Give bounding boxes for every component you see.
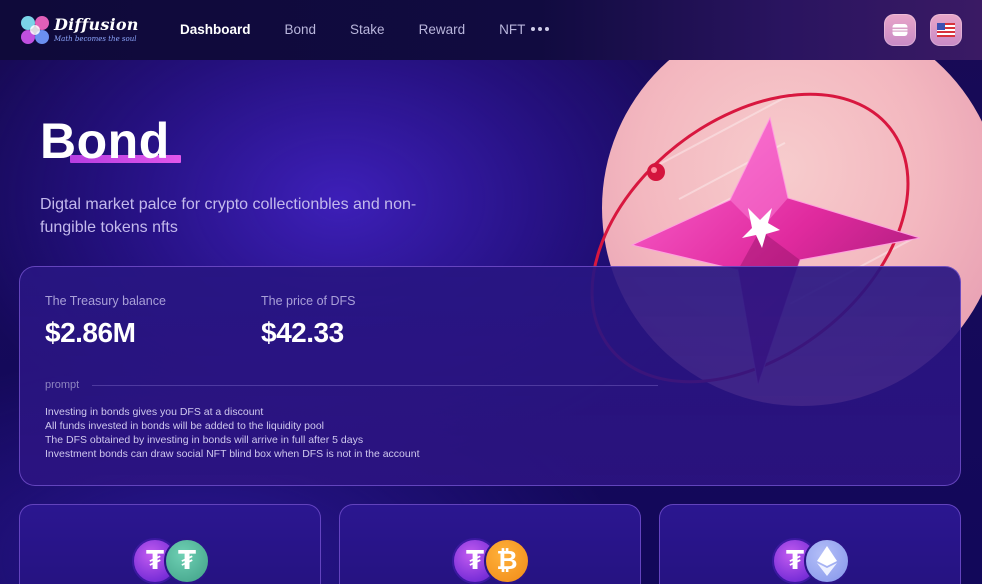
token-pair: ₮ ₿ [452, 538, 530, 584]
bond-card-dfs-eth[interactable]: ₮ [659, 504, 961, 584]
wallet-button[interactable] [884, 14, 916, 46]
list-item: The DFS obtained by investing in bonds w… [45, 434, 364, 446]
nav-item-stake[interactable]: Stake [350, 22, 385, 37]
dfs-price-label: The price of DFS [261, 294, 356, 308]
treasury-label: The Treasury balance [45, 294, 166, 308]
token-pair: ₮ [772, 538, 850, 584]
nav-item-dashboard[interactable]: Dashboard [180, 22, 251, 37]
bond-info-card: The Treasury balance $2.86M The price of… [19, 266, 961, 486]
brand[interactable]: Diffusion Math becomes the soul [54, 15, 139, 43]
token-pair: ₮ ₮ [132, 538, 210, 584]
divider [92, 385, 658, 386]
eth-token-icon [804, 538, 850, 584]
prompt-list: Investing in bonds gives you DFS at a di… [45, 405, 420, 461]
list-item: All funds invested in bonds will be adde… [45, 420, 325, 432]
bond-card-dfs-usdt[interactable]: ₮ ₮ [19, 504, 321, 584]
page-title: Bond [40, 113, 170, 169]
nav-item-reward[interactable]: Reward [419, 22, 466, 37]
top-bar: Diffusion Math becomes the soul Dashboar… [0, 0, 982, 60]
us-flag-icon [937, 23, 955, 37]
nav-item-nft[interactable]: NFT [499, 22, 525, 37]
main-nav: Dashboard Bond Stake Reward NFT [180, 22, 559, 37]
diffusion-logo[interactable] [20, 15, 50, 45]
brand-tagline: Math becomes the soul [54, 35, 137, 43]
language-button[interactable] [930, 14, 962, 46]
nav-item-bond[interactable]: Bond [285, 22, 317, 37]
treasury-value: $2.86M [45, 317, 136, 348]
brand-name: Diffusion [54, 15, 139, 34]
list-item: Investment bonds can draw social NFT bli… [45, 448, 420, 460]
ellipsis-icon[interactable] [531, 27, 549, 33]
bond-card-dfs-btc[interactable]: ₮ ₿ [339, 504, 641, 584]
page-description: Digtal market palce for crypto collectio… [40, 196, 417, 236]
btc-token-icon: ₿ [484, 538, 530, 584]
list-item: Investing in bonds gives you DFS at a di… [45, 406, 264, 418]
wallet-icon [892, 24, 908, 36]
dfs-price-value: $42.33 [261, 317, 344, 348]
prompt-label: prompt [45, 379, 80, 391]
usdt-token-icon: ₮ [164, 538, 210, 584]
